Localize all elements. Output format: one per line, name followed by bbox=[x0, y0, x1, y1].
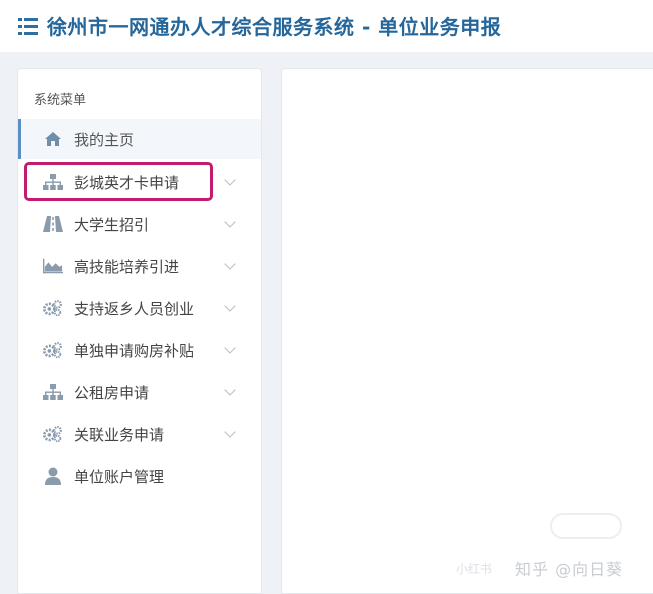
sidebar-item-label: 单独申请购房补贴 bbox=[74, 341, 195, 360]
list-icon[interactable] bbox=[18, 17, 38, 35]
cogs-icon bbox=[43, 299, 63, 317]
sidebar-item-label: 公租房申请 bbox=[74, 383, 150, 402]
watermark-text: 知乎 @向日葵 bbox=[515, 560, 624, 579]
chevron-down-icon bbox=[224, 342, 236, 354]
sidebar-item-returnee-startup[interactable]: 支持返乡人员创业 bbox=[18, 288, 261, 328]
chevron-down-icon bbox=[224, 300, 236, 312]
user-icon bbox=[43, 467, 63, 485]
sidebar-item-home[interactable]: 我的主页 bbox=[18, 119, 261, 159]
cogs-icon bbox=[43, 341, 63, 359]
sidebar-item-label: 高技能培养引进 bbox=[74, 257, 180, 276]
chevron-down-icon bbox=[224, 384, 236, 396]
sidebar-item-talent-card[interactable]: 彭城英才卡申请 bbox=[18, 162, 261, 202]
sidebar-item-label: 我的主页 bbox=[74, 130, 135, 149]
sidebar-item-account-management[interactable]: 单位账户管理 bbox=[18, 456, 261, 496]
sidebar-item-high-skill[interactable]: 高技能培养引进 bbox=[18, 246, 261, 286]
chevron-down-icon bbox=[224, 258, 236, 270]
sidebar-item-related-business[interactable]: 关联业务申请 bbox=[18, 414, 261, 454]
sidebar-item-public-rental[interactable]: 公租房申请 bbox=[18, 372, 261, 412]
page-title: 徐州市一网通办人才综合服务系统 - 单位业务申报 bbox=[47, 15, 502, 39]
chevron-down-icon bbox=[224, 216, 236, 228]
sidebar-item-label: 彭城英才卡申请 bbox=[74, 173, 180, 192]
sidebar-item-label: 单位账户管理 bbox=[74, 467, 165, 486]
sidebar-item-label: 大学生招引 bbox=[74, 215, 150, 234]
sidebar-item-housing-subsidy[interactable]: 单独申请购房补贴 bbox=[18, 330, 261, 370]
area-chart-icon bbox=[43, 257, 63, 275]
watermark-badge bbox=[550, 513, 622, 539]
sidebar-section-title: 系统菜单 bbox=[34, 93, 87, 108]
chevron-down-icon bbox=[224, 426, 236, 438]
road-icon bbox=[43, 215, 63, 233]
sidebar-item-label: 支持返乡人员创业 bbox=[74, 299, 195, 318]
sidebar-item-college-graduates[interactable]: 大学生招引 bbox=[18, 204, 261, 244]
sitemap-icon bbox=[43, 173, 63, 191]
cogs-icon bbox=[43, 425, 63, 443]
header-title-group: 徐州市一网通办人才综合服务系统 - 单位业务申报 bbox=[18, 11, 501, 40]
chevron-down-icon bbox=[224, 174, 236, 186]
sitemap-icon bbox=[43, 383, 63, 401]
sidebar: 系统菜单 我的主页 彭城英才卡申请 大学生招引 高技能培养引进 支持返乡人员创业… bbox=[17, 68, 262, 594]
watermark-small-text: 小红书 bbox=[456, 562, 493, 576]
top-header: 徐州市一网通办人才综合服务系统 - 单位业务申报 bbox=[0, 0, 653, 52]
home-icon bbox=[43, 130, 63, 148]
sidebar-item-label: 关联业务申请 bbox=[74, 425, 165, 444]
